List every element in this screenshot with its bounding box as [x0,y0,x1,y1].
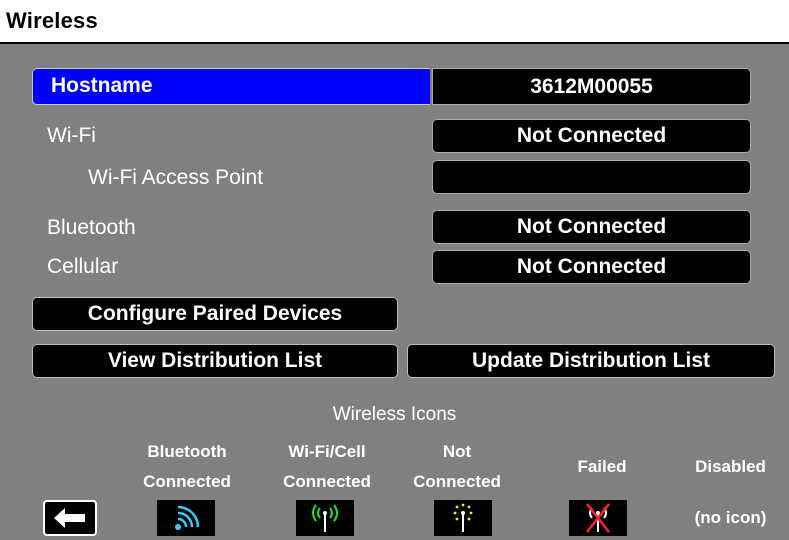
wireless-icons-heading: Wireless Icons [332,404,457,425]
view-distribution-list-button[interactable]: View Distribution List [32,344,398,378]
antenna-connected-icon [296,500,354,536]
legend-failed-caption: Failed [577,457,627,476]
bluetooth-status-value: Not Connected [432,210,751,244]
antenna-searching-icon [434,500,492,536]
hostname-row-selected[interactable]: Hostname [32,68,430,105]
hostname-label: Hostname [51,74,153,97]
legend-not-connected-line2: Connected [413,472,501,491]
page-title: Wireless [6,8,98,33]
legend-not-connected-line1: Not [442,442,472,461]
update-distribution-list-button[interactable]: Update Distribution List [407,344,775,378]
bluetooth-label: Bluetooth [47,216,136,239]
legend-bluetooth-line2: Connected [143,472,231,491]
wifi-access-point-value [432,160,751,194]
back-button[interactable] [43,500,97,536]
legend-wifi-cell-line2: Connected [283,472,371,491]
cellular-status-value: Not Connected [432,250,751,284]
hostname-value[interactable]: 3612M00055 [432,68,751,105]
cellular-label: Cellular [47,255,119,278]
legend-wifi-cell-line1: Wi-Fi/Cell [288,442,366,461]
wifi-access-point-label: Wi-Fi Access Point [88,166,264,189]
antenna-failed-icon [569,500,627,536]
legend-disabled-caption: Disabled [695,457,766,476]
legend-bluetooth-line1: Bluetooth [147,442,227,461]
title-bar: Wireless [0,0,789,44]
wireless-screen: Wireless Hostname 3612M00055 Wi-Fi Not C… [0,0,789,540]
legend-wifi-cell-caption: Wi-Fi/Cell Connected [262,437,392,497]
bluetooth-connected-icon [157,500,215,536]
legend-bluetooth-caption: Bluetooth Connected [122,437,252,497]
wifi-label: Wi-Fi [47,124,96,147]
legend-not-connected-caption: Not Connected [402,437,512,497]
wifi-status-value: Not Connected [432,119,751,153]
configure-paired-devices-button[interactable]: Configure Paired Devices [32,297,398,331]
legend-no-icon-text: (no icon) [694,508,767,527]
left-arrow-icon [54,508,85,528]
